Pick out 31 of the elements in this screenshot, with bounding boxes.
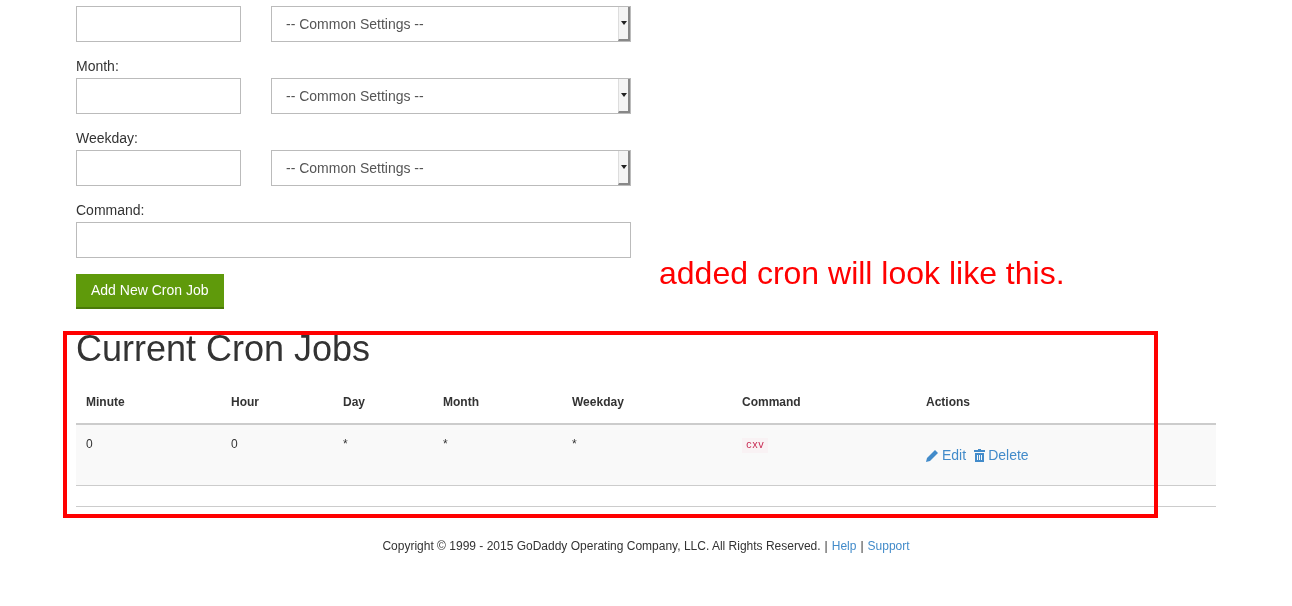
copyright-text: Copyright © 1999 - 2015 GoDaddy Operating Company, LLC. All Rights Reserved. bbox=[382, 539, 821, 553]
edit-link[interactable]: Edit bbox=[926, 445, 967, 466]
table-cell: 0 bbox=[231, 437, 238, 451]
select-field[interactable]: -- Common Settings -- bbox=[271, 78, 631, 114]
table-cell: 0 bbox=[86, 437, 93, 451]
footer-link[interactable]: Help bbox=[831, 539, 857, 553]
trash-icon bbox=[974, 449, 986, 462]
delete-link[interactable]: Delete bbox=[974, 445, 1029, 466]
add-button[interactable]: Add New Cron Job bbox=[76, 274, 224, 309]
input-field[interactable] bbox=[76, 6, 241, 42]
field-label: Month: bbox=[76, 58, 120, 74]
link-separator: | bbox=[824, 539, 828, 553]
table-cell: * bbox=[343, 437, 348, 451]
footer-link[interactable]: Support bbox=[867, 539, 910, 553]
table-cell: * bbox=[443, 437, 448, 451]
select-field[interactable]: -- Common Settings -- bbox=[271, 150, 631, 186]
command-code: cxv bbox=[742, 438, 768, 453]
pencil-icon bbox=[926, 449, 939, 462]
section-heading: Current Cron Jobs bbox=[76, 329, 372, 369]
caret-icon bbox=[620, 21, 627, 25]
field-label: Command: bbox=[76, 202, 146, 218]
input-field[interactable] bbox=[76, 150, 241, 186]
caret-icon bbox=[620, 93, 627, 97]
field-label: Weekday: bbox=[76, 130, 139, 146]
table-cell: * bbox=[572, 437, 577, 451]
annotation-text: added cron will look like this. bbox=[659, 254, 1065, 292]
select-field[interactable]: -- Common Settings -- bbox=[271, 6, 631, 42]
link-separator: | bbox=[860, 539, 864, 553]
caret-icon bbox=[620, 165, 627, 169]
input-field[interactable] bbox=[76, 78, 241, 114]
input-field[interactable] bbox=[76, 222, 631, 258]
